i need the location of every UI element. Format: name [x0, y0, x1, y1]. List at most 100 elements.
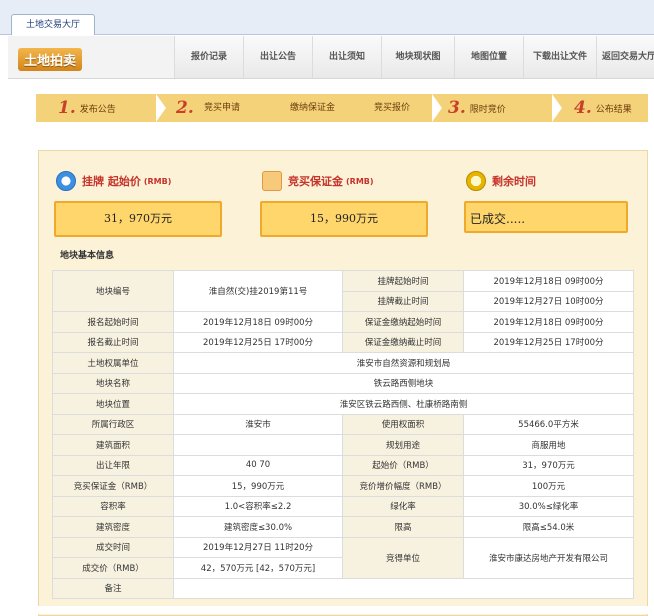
- nav-plot-status-map[interactable]: 地块现状图: [381, 36, 454, 78]
- table-row: 报名截止时间 2019年12月25日 17时00分 保证金缴纳截止时间 2019…: [52, 331, 634, 353]
- cell-value: 100万元: [463, 475, 634, 497]
- tab-land-trading-hall[interactable]: 土地交易大厅: [11, 14, 95, 35]
- nav-back-to-hall[interactable]: 返回交易大厅: [596, 36, 654, 78]
- cell-label: 土地权属单位: [52, 352, 174, 374]
- step-publish: 1. 发布公告: [58, 94, 116, 122]
- nav-download-files[interactable]: 下载出让文件: [523, 36, 596, 78]
- cell-value: 淮自然(交)挂2019第11号: [173, 270, 343, 312]
- start-price-unit: (RMB): [143, 176, 172, 186]
- table-row: 备注: [52, 577, 634, 599]
- step-number: 2.: [176, 98, 194, 118]
- remaining-time-value: 已成交.....: [464, 201, 628, 233]
- cell-label: 所属行政区: [52, 413, 174, 435]
- cell-value: 淮安市康达房地产开发有限公司: [463, 536, 634, 579]
- cell-label: 保证金缴纳起始时间: [342, 311, 464, 333]
- cell-value: 淮安区铁云路西侧、杜康桥路南侧: [173, 393, 634, 415]
- sub-step-quote: 竞买报价: [374, 103, 411, 113]
- cell-label: 竞买保证金（RMB）: [52, 475, 174, 497]
- cell-value: 15，990万元: [173, 475, 343, 497]
- remaining-time-title: 剩余时间: [492, 175, 536, 188]
- deposit-value: 15，990万元: [260, 201, 428, 237]
- sub-step-apply: 竞买申请: [204, 103, 241, 113]
- cell-label: 建筑面积: [52, 434, 174, 456]
- alarm-clock-icon: [466, 171, 486, 191]
- land-auction-logo: 土地拍卖: [18, 48, 83, 71]
- cell-value: [173, 434, 343, 456]
- page-footer-edge: [0, 606, 654, 614]
- cell-label: 地块名称: [52, 372, 174, 394]
- cell-label: 竞得单位: [342, 536, 464, 579]
- step-number: 1.: [58, 98, 76, 118]
- table-row: 地块名称 铁云路西侧地块: [52, 372, 634, 394]
- cell-label: 限高: [342, 516, 464, 538]
- remaining-time-heading: 剩余时间: [466, 171, 536, 191]
- cell-label: 保证金缴纳截止时间: [342, 331, 464, 353]
- cell-label: 绿化率: [342, 495, 464, 517]
- cell-value: 2019年12月27日 11时20分: [173, 536, 343, 558]
- cell-label: 使用权面积: [342, 413, 464, 435]
- cell-value: 31，970万元: [463, 454, 634, 476]
- cell-value: 42，570万元 [42，570万元]: [173, 557, 343, 579]
- cell-label: 成交价（RMB）: [52, 557, 174, 579]
- cell-value: 2019年12月18日 09时00分: [463, 311, 634, 333]
- table-row: 地块编号 淮自然(交)挂2019第11号 挂牌起始时间 2019年12月18日 …: [52, 270, 634, 312]
- browser-tab-strip: 土地交易大厅: [0, 0, 654, 35]
- cell-value: 铁云路西侧地块: [173, 372, 634, 394]
- step-number: 4.: [574, 98, 592, 118]
- cell-label: 挂牌起始时间: [342, 270, 464, 292]
- cell-label: 出让年限: [52, 454, 174, 476]
- table-row: 竞买保证金（RMB） 15，990万元 竞价增价幅度（RMB） 100万元: [52, 475, 634, 497]
- clock-icon: [56, 171, 76, 191]
- step-timed-bidding: 3. 限时竞价: [448, 94, 506, 122]
- nav-transfer-guide[interactable]: 出让须知: [312, 36, 381, 78]
- cell-label: 规划用途: [342, 434, 464, 456]
- section-title: 地块基本信息: [60, 251, 115, 261]
- cell-value: 2019年12月25日 17时00分: [463, 331, 634, 353]
- cell-value: 建筑密度≤30.0%: [173, 516, 343, 538]
- step-label: 发布公告: [79, 104, 116, 115]
- table-row: 所属行政区 淮安市 使用权面积 55466.0平方米: [52, 413, 634, 435]
- cell-value: 2019年12月25日 17时00分: [173, 331, 343, 353]
- page-header: 土地拍卖 报价记录 出让公告 出让须知 地块现状图 地图位置 下载出让文件 返回…: [8, 36, 654, 79]
- cell-label: 报名截止时间: [52, 331, 174, 353]
- step-number: 3.: [448, 98, 466, 118]
- start-price-title: 挂牌 起始价: [82, 175, 141, 188]
- nav-transfer-notice[interactable]: 出让公告: [243, 36, 312, 78]
- start-price-heading: 挂牌 起始价 (RMB): [56, 171, 172, 191]
- start-price-value: 31，970万元: [54, 201, 222, 237]
- cell-label: 报名起始时间: [52, 311, 174, 333]
- cell-label: 建筑密度: [52, 516, 174, 538]
- table-row: 建筑面积 规划用途 商服用地: [52, 434, 634, 456]
- table-row: 土地权属单位 淮安市自然资源和规划局: [52, 352, 634, 374]
- nav-map-location[interactable]: 地图位置: [454, 36, 523, 78]
- cell-value: 商服用地: [463, 434, 634, 456]
- step-arrow: [432, 94, 442, 122]
- plot-info-table: 地块编号 淮自然(交)挂2019第11号 挂牌起始时间 2019年12月18日 …: [52, 270, 634, 599]
- table-row: 出让年限 40 70 起始价（RMB） 31，970万元: [52, 454, 634, 476]
- cell-value: 淮安市自然资源和规划局: [173, 352, 634, 374]
- cell-label: 地块编号: [52, 270, 174, 312]
- process-steps: 1. 发布公告 2. 竞买申请 缴纳保证金 竞买报价 3. 限时竞价 4. 公布…: [36, 94, 648, 122]
- table-row: 成交时间 2019年12月27日 11时20分 竞得单位 淮安市康达房地产开发有…: [52, 536, 634, 579]
- cell-label: 地块位置: [52, 393, 174, 415]
- table-row: 容积率 1.0<容积率≤2.2 绿化率 30.0%≤绿化率: [52, 495, 634, 517]
- step-arrow: [156, 94, 166, 122]
- table-row: 建筑密度 建筑密度≤30.0% 限高 限高≤54.0米: [52, 516, 634, 538]
- cell-value: 55466.0平方米: [463, 413, 634, 435]
- cell-value: 限高≤54.0米: [463, 516, 634, 538]
- step-label: 限时竞价: [469, 104, 506, 115]
- table-row: 报名起始时间 2019年12月18日 09时00分 保证金缴纳起始时间 2019…: [52, 311, 634, 333]
- cell-value: 1.0<容积率≤2.2: [173, 495, 343, 517]
- cell-value: 2019年12月18日 09时00分: [463, 270, 634, 292]
- step-apply: 2.: [176, 94, 198, 122]
- cell-label: 起始价（RMB）: [342, 454, 464, 476]
- step-announce-result: 4. 公布结果: [574, 94, 632, 122]
- step-arrow: [552, 94, 562, 122]
- table-row: 地块位置 淮安区铁云路西侧、杜康桥路南侧: [52, 393, 634, 415]
- top-nav: 报价记录 出让公告 出让须知 地块现状图 地图位置 下载出让文件 返回交易大厅: [174, 36, 654, 78]
- cell-label: 挂牌截止时间: [342, 290, 464, 312]
- cell-label: 备注: [52, 577, 174, 599]
- nav-bid-records[interactable]: 报价记录: [174, 36, 243, 78]
- cell-value: 40 70: [173, 454, 343, 476]
- deposit-unit: (RMB): [346, 176, 374, 186]
